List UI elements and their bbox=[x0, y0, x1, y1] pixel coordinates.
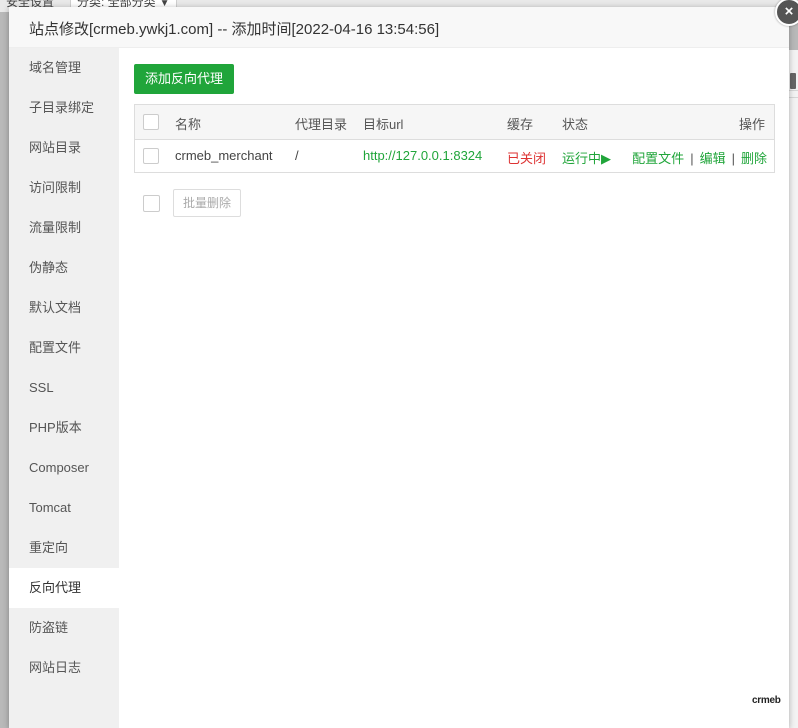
cache-status-toggle[interactable]: 已关闭 bbox=[507, 148, 546, 167]
background-page-edge bbox=[789, 50, 798, 728]
column-header-actions: 操作 bbox=[738, 117, 765, 132]
sidebar-item[interactable]: 网站日志 bbox=[9, 648, 119, 688]
background-scroll-handle bbox=[790, 73, 796, 89]
column-header-cache: 缓存 bbox=[507, 117, 534, 132]
sidebar-item[interactable]: SSL bbox=[9, 368, 119, 408]
sidebar-item[interactable]: 子目录绑定 bbox=[9, 88, 119, 128]
proxy-name: crmeb_merchant bbox=[175, 148, 273, 163]
batch-select-checkbox[interactable] bbox=[143, 195, 160, 212]
background-divider bbox=[789, 97, 798, 98]
crmeb-logo: crmeb bbox=[752, 695, 781, 706]
sidebar-item[interactable]: 默认文档 bbox=[9, 288, 119, 328]
close-icon[interactable]: × bbox=[775, 0, 798, 26]
edit-link[interactable]: 编辑 bbox=[700, 151, 726, 166]
run-status-toggle[interactable]: 运行中▶ bbox=[562, 148, 611, 167]
delete-link[interactable]: 删除 bbox=[741, 151, 767, 166]
background-divider bbox=[789, 90, 798, 91]
sidebar-item[interactable]: PHP版本 bbox=[9, 408, 119, 448]
column-header-name: 名称 bbox=[175, 117, 202, 132]
table-row: crmeb_merchant / http://127.0.0.1:8324 已… bbox=[135, 140, 774, 172]
target-url: http://127.0.0.1:8324 bbox=[363, 148, 483, 163]
row-actions: 配置文件 | 编辑 | 删除 bbox=[632, 148, 767, 167]
column-header-status: 状态 bbox=[562, 117, 589, 132]
dialog-header: 站点修改[crmeb.ywkj1.com] -- 添加时间[2022-04-16… bbox=[9, 7, 789, 48]
batch-actions: 批量删除 bbox=[134, 188, 434, 218]
add-reverse-proxy-button[interactable]: 添加反向代理 bbox=[134, 64, 235, 94]
sidebar-item[interactable]: 域名管理 bbox=[9, 48, 119, 88]
config-file-link[interactable]: 配置文件 bbox=[632, 151, 684, 166]
select-all-checkbox[interactable] bbox=[143, 114, 159, 130]
column-header-target-url: 目标url bbox=[363, 117, 404, 132]
column-header-proxy-dir: 代理目录 bbox=[295, 117, 348, 132]
sidebar-item[interactable]: 反向代理 bbox=[9, 568, 119, 608]
sidebar-item[interactable]: 重定向 bbox=[9, 528, 119, 568]
sidebar-item[interactable]: 配置文件 bbox=[9, 328, 119, 368]
proxy-dir: / bbox=[295, 148, 299, 163]
action-separator: | bbox=[731, 151, 735, 166]
sidebar-item[interactable]: 防盗链 bbox=[9, 608, 119, 648]
sidebar-item[interactable]: 伪静态 bbox=[9, 248, 119, 288]
row-checkbox[interactable] bbox=[143, 148, 159, 164]
batch-delete-button[interactable]: 批量删除 bbox=[173, 189, 242, 217]
sidebar-item[interactable]: Tomcat bbox=[9, 488, 119, 528]
action-separator: | bbox=[690, 151, 694, 166]
proxy-table: 名称 代理目录 目标url 缓存 状态 操作 crmeb_merchant / … bbox=[134, 104, 775, 173]
site-edit-dialog: 站点修改[crmeb.ywkj1.com] -- 添加时间[2022-04-16… bbox=[9, 0, 798, 728]
sidebar-item[interactable]: 流量限制 bbox=[9, 208, 119, 248]
sidebar-item[interactable]: 访问限制 bbox=[9, 168, 119, 208]
sidebar-item[interactable]: Composer bbox=[9, 448, 119, 488]
settings-sidebar: 域名管理 子目录绑定 网站目录 访问限制 流量限制 伪静态 默认文档 配置文件 SSL PHP版本… bbox=[9, 48, 119, 728]
reverse-proxy-panel: 添加反向代理 名称 代理目录 目标url 缓存 状态 操作 crmeb_merc… bbox=[119, 48, 789, 728]
table-header: 名称 代理目录 目标url 缓存 状态 操作 bbox=[135, 105, 774, 140]
sidebar-item[interactable]: 网站目录 bbox=[9, 128, 119, 168]
dialog-title: 站点修改[crmeb.ywkj1.com] -- 添加时间[2022-04-16… bbox=[29, 21, 440, 38]
